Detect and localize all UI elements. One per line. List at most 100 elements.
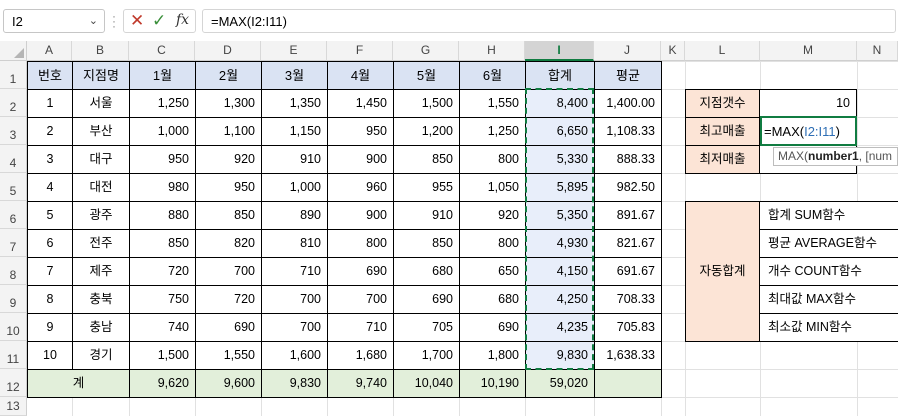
table-cell[interactable]: 910	[393, 201, 460, 230]
column-header-n[interactable]: N	[857, 41, 898, 61]
total-cell[interactable]: 10,040	[393, 369, 460, 398]
table-cell[interactable]: 1,500	[393, 89, 460, 118]
table-cell[interactable]: 1,680	[327, 341, 394, 370]
total-cell[interactable]: 10,190	[459, 369, 526, 398]
column-header-g[interactable]: G	[393, 41, 459, 61]
total-label-cell[interactable]: 계	[27, 369, 130, 398]
table-cell[interactable]: 750	[129, 285, 196, 314]
table-cell[interactable]: 950	[129, 145, 196, 174]
table-cell[interactable]: 1,800	[459, 341, 526, 370]
table-cell[interactable]: 1,200	[393, 117, 460, 146]
table-cell[interactable]: 888.33	[594, 145, 662, 174]
table-cell[interactable]: 6	[27, 229, 73, 258]
table-cell[interactable]: 800	[459, 229, 526, 258]
table-cell[interactable]: 890	[261, 201, 328, 230]
table-cell[interactable]: 1	[27, 89, 73, 118]
total-cell-empty[interactable]	[594, 369, 662, 398]
table-cell[interactable]: 705	[393, 313, 460, 342]
table-cell[interactable]: 1,250	[129, 89, 196, 118]
table-cell[interactable]: 690	[327, 257, 394, 286]
table-cell[interactable]: 691.67	[594, 257, 662, 286]
table-cell[interactable]: 680	[459, 285, 526, 314]
table-header-cell[interactable]: 2월	[195, 61, 262, 90]
function-item-sum[interactable]: 합계 SUM함수	[759, 201, 898, 230]
column-header-f[interactable]: F	[327, 41, 393, 61]
cancel-icon[interactable]: ✕	[130, 11, 144, 31]
table-cell[interactable]: 900	[327, 201, 394, 230]
table-cell[interactable]: 제주	[72, 257, 130, 286]
table-cell[interactable]: 2	[27, 117, 73, 146]
table-cell[interactable]: 700	[327, 285, 394, 314]
table-cell[interactable]: 10	[27, 341, 73, 370]
table-cell[interactable]: 충남	[72, 313, 130, 342]
row-header-2[interactable]: 2	[0, 89, 27, 117]
table-cell[interactable]: 8,400	[525, 89, 595, 118]
row-header-1[interactable]: 1	[0, 61, 27, 89]
table-cell[interactable]: 5	[27, 201, 73, 230]
table-cell[interactable]: 910	[261, 145, 328, 174]
table-cell[interactable]: 1,450	[327, 89, 394, 118]
table-cell[interactable]: 4,235	[525, 313, 595, 342]
column-header-d[interactable]: D	[195, 41, 261, 61]
column-header-j[interactable]: J	[594, 41, 661, 61]
chevron-down-icon[interactable]: ⌄	[89, 14, 98, 27]
table-cell[interactable]: 1,250	[459, 117, 526, 146]
table-header-cell[interactable]: 합계	[525, 61, 595, 90]
table-cell[interactable]: 4,930	[525, 229, 595, 258]
table-header-cell[interactable]: 지점명	[72, 61, 130, 90]
table-cell[interactable]: 1,000	[261, 173, 328, 202]
table-cell[interactable]: 700	[195, 257, 262, 286]
function-tooltip[interactable]: MAX(number1, [num	[773, 147, 898, 166]
column-header-c[interactable]: C	[129, 41, 195, 61]
row-header-7[interactable]: 7	[0, 229, 27, 257]
table-cell[interactable]: 1,050	[459, 173, 526, 202]
table-cell[interactable]: 821.67	[594, 229, 662, 258]
table-cell[interactable]: 891.67	[594, 201, 662, 230]
table-cell[interactable]: 710	[261, 257, 328, 286]
insert-function-icon[interactable]: fx	[176, 12, 189, 28]
table-cell[interactable]: 740	[129, 313, 196, 342]
table-cell[interactable]: 960	[327, 173, 394, 202]
row-header-10[interactable]: 10	[0, 313, 27, 341]
column-header-a[interactable]: A	[27, 41, 72, 61]
table-cell[interactable]: 1,100	[195, 117, 262, 146]
active-cell-editor[interactable]: =MAX(I2:I11)	[760, 116, 857, 146]
table-cell[interactable]: 650	[459, 257, 526, 286]
table-cell[interactable]: 1,400.00	[594, 89, 662, 118]
table-cell[interactable]: 5,895	[525, 173, 595, 202]
formula-input[interactable]: =MAX(I2:I11)	[202, 9, 896, 33]
table-cell[interactable]: 6,650	[525, 117, 595, 146]
table-cell[interactable]: 705.83	[594, 313, 662, 342]
enter-check-icon[interactable]: ✓	[152, 11, 166, 31]
column-header-h[interactable]: H	[459, 41, 525, 61]
table-cell[interactable]: 690	[393, 285, 460, 314]
table-cell[interactable]: 800	[459, 145, 526, 174]
table-cell[interactable]: 전주	[72, 229, 130, 258]
row-header-3[interactable]: 3	[0, 117, 27, 145]
table-cell[interactable]: 대구	[72, 145, 130, 174]
function-item-max[interactable]: 최대값 MAX함수	[759, 285, 898, 314]
table-cell[interactable]: 900	[327, 145, 394, 174]
table-cell[interactable]: 4,250	[525, 285, 595, 314]
select-all-corner[interactable]	[0, 41, 27, 61]
label-branch-count[interactable]: 지점갯수	[685, 89, 760, 118]
name-box[interactable]: I2 ⌄	[3, 9, 105, 33]
row-header-11[interactable]: 11	[0, 341, 27, 369]
table-cell[interactable]: 850	[195, 201, 262, 230]
column-header-l[interactable]: L	[685, 41, 760, 61]
table-header-cell[interactable]: 번호	[27, 61, 73, 90]
function-item-average[interactable]: 평균 AVERAGE함수	[759, 229, 898, 258]
row-header-4[interactable]: 4	[0, 145, 27, 173]
table-header-cell[interactable]: 5월	[393, 61, 460, 90]
table-cell[interactable]: 700	[261, 313, 328, 342]
row-header-8[interactable]: 8	[0, 257, 27, 285]
table-cell[interactable]: 690	[195, 313, 262, 342]
table-cell[interactable]: 920	[459, 201, 526, 230]
row-header-13[interactable]: 13	[0, 397, 27, 416]
table-cell[interactable]: 820	[195, 229, 262, 258]
table-cell[interactable]: 충북	[72, 285, 130, 314]
column-header-i[interactable]: I	[525, 41, 594, 61]
column-header-m[interactable]: M	[760, 41, 857, 61]
total-cell[interactable]: 9,600	[195, 369, 262, 398]
table-cell[interactable]: 800	[327, 229, 394, 258]
